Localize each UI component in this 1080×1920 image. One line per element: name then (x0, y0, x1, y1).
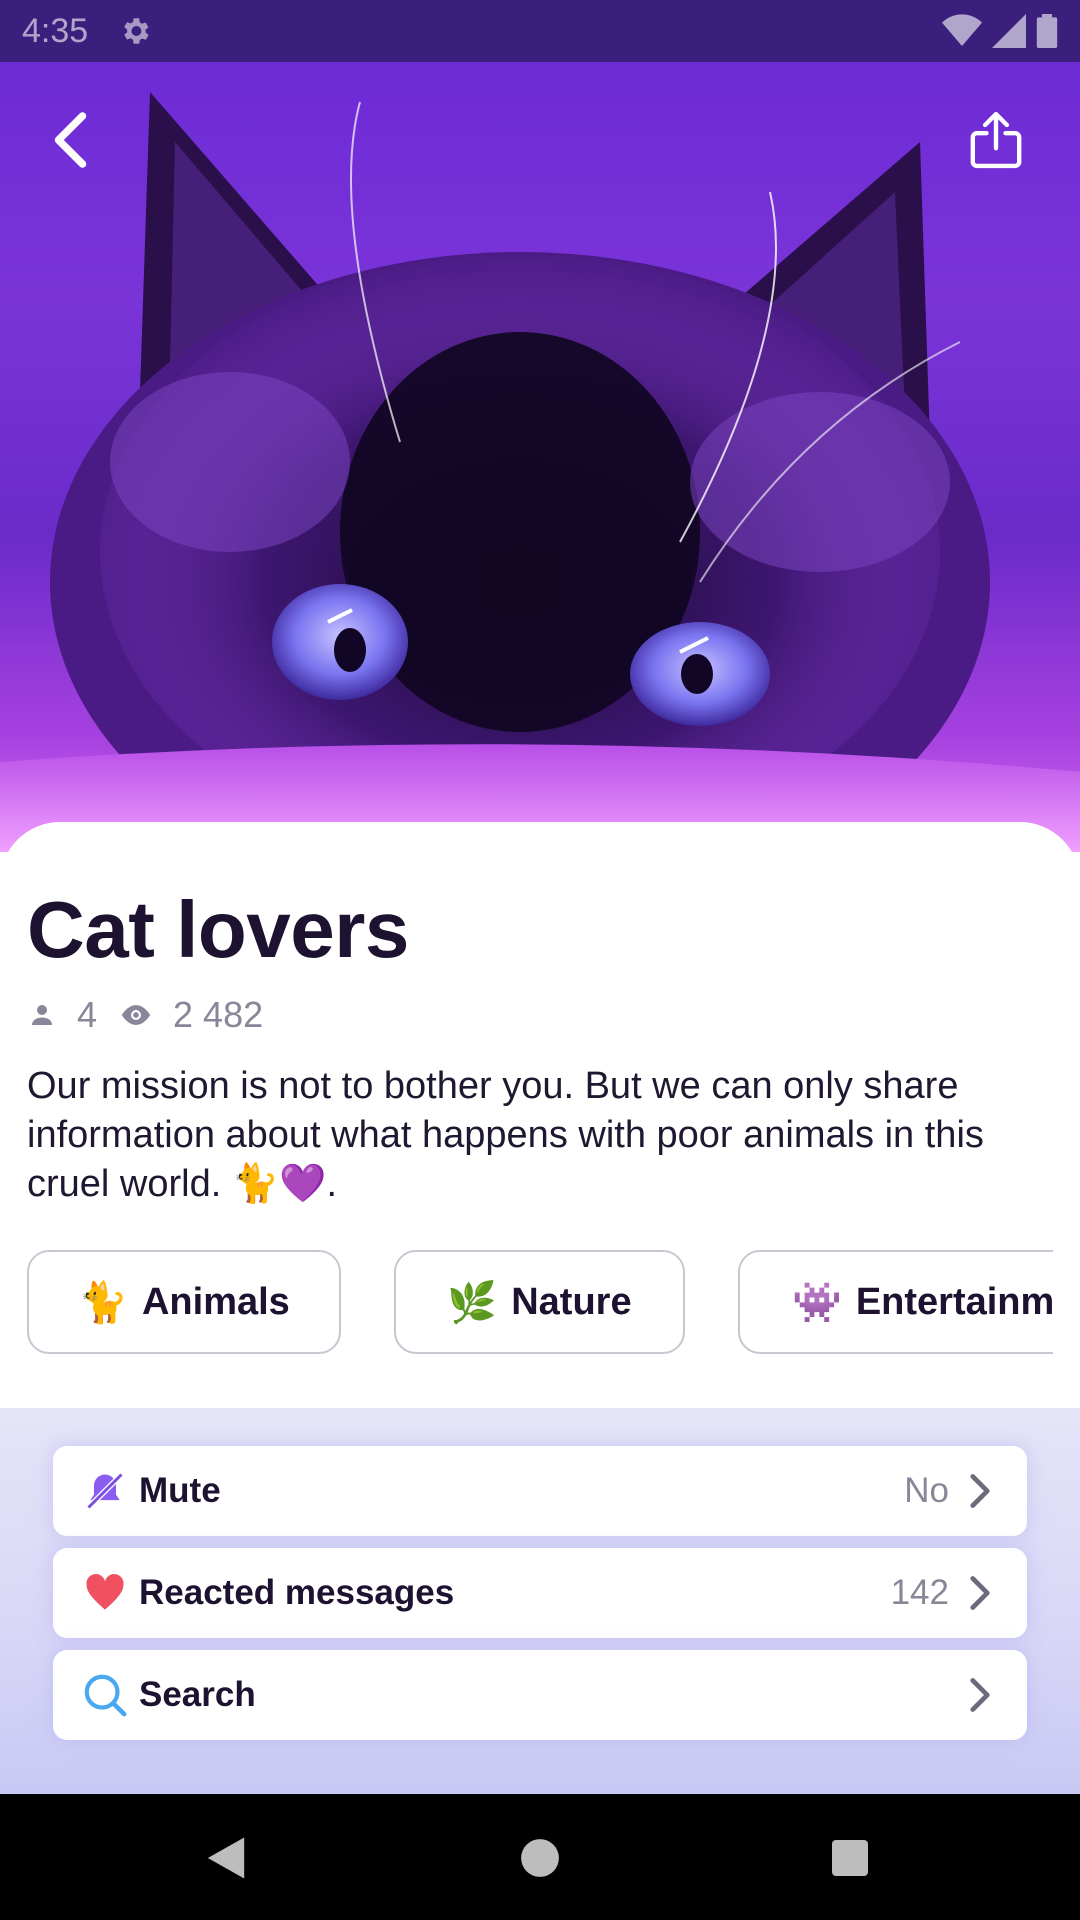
share-icon (970, 111, 1022, 169)
heart-icon (81, 1569, 129, 1617)
chevron-right-icon (970, 1678, 990, 1712)
eye-icon (119, 1000, 153, 1030)
tag-label: Nature (511, 1280, 632, 1323)
member-count: 4 (77, 994, 98, 1035)
reacted-messages-row[interactable]: Reacted messages 142 (53, 1548, 1027, 1638)
status-bar: 4:35 (0, 0, 1080, 62)
nav-home-button[interactable] (512, 1830, 568, 1886)
circle-home-icon (521, 1839, 559, 1877)
channel-title: Cat lovers (27, 885, 409, 974)
tag-nature[interactable]: 🌿 Nature (394, 1250, 685, 1354)
tag-label: Animals (141, 1280, 290, 1323)
alien-monster-emoji-icon: 👾 (792, 1280, 842, 1325)
cat-emoji-icon: 🐈 (78, 1280, 128, 1325)
tag-entertainment[interactable]: 👾 Entertainment (738, 1250, 1053, 1354)
search-icon (81, 1671, 129, 1719)
status-time: 4:35 (22, 11, 89, 50)
signal-icon (992, 14, 1026, 48)
search-label: Search (139, 1675, 256, 1714)
back-button[interactable] (44, 110, 134, 200)
reacted-messages-label: Reacted messages (139, 1573, 455, 1612)
chevron-left-icon (54, 112, 87, 168)
person-icon (27, 1000, 57, 1030)
mute-row[interactable]: Mute No (53, 1446, 1027, 1536)
channel-info-card: Cat lovers 4 2 482 Our mission is not to… (0, 822, 1080, 1408)
tag-list[interactable]: 🐈 Animals 🌿 Nature 👾 Entertainment (27, 1250, 1053, 1356)
wifi-icon (942, 14, 982, 46)
tag-animals[interactable]: 🐈 Animals (27, 1250, 341, 1354)
tag-label: Entertainment (855, 1280, 1053, 1323)
channel-settings: Mute No Reacted messages 142 Search (0, 1408, 1080, 1794)
herb-emoji-icon: 🌿 (447, 1280, 498, 1325)
channel-stats: 4 2 482 (27, 994, 285, 1036)
status-icons (942, 14, 1058, 48)
square-recents-icon (832, 1840, 868, 1876)
battery-icon (1036, 14, 1058, 48)
muted-bell-icon (81, 1467, 129, 1515)
reacted-messages-count: 142 (890, 1573, 949, 1612)
hero-image (0, 62, 1080, 852)
nav-back-button[interactable] (198, 1830, 254, 1886)
view-count: 2 482 (173, 994, 264, 1035)
triangle-back-icon (207, 1837, 245, 1879)
mute-value: No (904, 1471, 949, 1510)
system-nav-bar (0, 1794, 1080, 1920)
search-row[interactable]: Search (53, 1650, 1027, 1740)
channel-description: Our mission is not to bother you. But we… (27, 1065, 984, 1205)
gear-icon (124, 18, 149, 44)
chevron-right-icon (970, 1474, 990, 1508)
share-button[interactable] (968, 110, 1058, 200)
chevron-right-icon (970, 1576, 990, 1610)
mute-label: Mute (139, 1471, 221, 1510)
nav-recents-button[interactable] (822, 1830, 878, 1886)
cat-photo (0, 92, 1080, 852)
